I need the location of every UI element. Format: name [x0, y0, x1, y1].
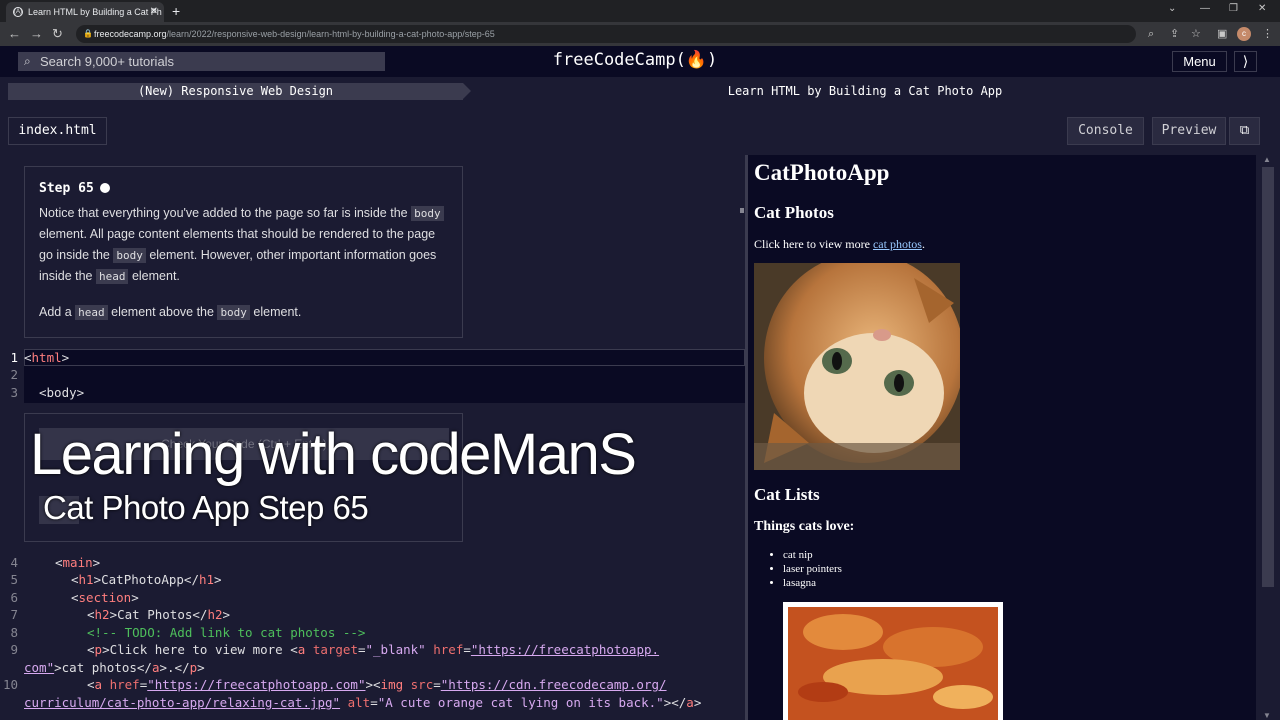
preview-h3-things: Things cats love:	[754, 519, 855, 534]
editor-pane: Step 65 Notice that everything you've ad…	[0, 155, 745, 720]
new-tab-icon[interactable]: +	[172, 2, 180, 20]
tab-title: Learn HTML by Building a Cat Ph	[28, 7, 162, 17]
menu-button[interactable]: Menu	[1172, 51, 1227, 72]
list-item: cat nip	[783, 548, 842, 562]
breadcrumb-course[interactable]: (New) Responsive Web Design	[8, 83, 463, 100]
browser-tabstrip: (A) Learn HTML by Building a Cat Ph ✕ + …	[0, 0, 1280, 22]
profile-avatar[interactable]: c	[1237, 27, 1251, 41]
list-item: lasagna	[783, 576, 842, 590]
preview-paragraph: Click here to view more cat photos.	[754, 237, 925, 251]
code-line[interactable]: 9 <p>Click here to view more <a target="…	[0, 641, 745, 659]
code-line[interactable]: com">cat photos</a>.</p>	[0, 659, 745, 677]
scroll-down-icon[interactable]: ▼	[1263, 711, 1271, 720]
preview-h2-lists: Cat Lists	[754, 485, 820, 504]
code-line[interactable]: 7 <h2>Cat Photos</h2>	[0, 606, 745, 624]
share-icon[interactable]: ⇪	[1170, 26, 1179, 42]
tab-search-icon[interactable]: ⌄	[1168, 3, 1176, 14]
code-line[interactable]: 3 <body>	[0, 384, 745, 402]
code-line[interactable]: 1 <html>	[0, 349, 745, 367]
cat-photos-link[interactable]: cat photos	[873, 237, 922, 251]
lasagna-image	[783, 602, 1003, 720]
instructions-paragraph: Notice that everything you've added to t…	[39, 203, 449, 287]
cat-image[interactable]	[754, 263, 960, 470]
code-line[interactable]: 4 <main>	[0, 554, 745, 572]
lock-icon: 🔒	[83, 29, 93, 38]
instructions-panel: Step 65 Notice that everything you've ad…	[24, 166, 463, 338]
scrollbar-thumb[interactable]	[1262, 167, 1274, 587]
code-line[interactable]: curriculum/cat-photo-app/relaxing-cat.jp…	[0, 694, 745, 712]
breadcrumb-project[interactable]: Learn HTML by Building a Cat Photo App	[470, 83, 1260, 100]
back-icon[interactable]: ←	[8, 25, 21, 43]
code-line[interactable]: 10 <a href="https://freecatphotoapp.com"…	[0, 676, 745, 694]
sidebar-toggle-icon[interactable]: ▣	[1217, 26, 1227, 42]
code-line[interactable]: 8 <!-- TODO: Add link to cat photos -->	[0, 624, 745, 642]
bookmark-star-icon[interactable]: ☆	[1191, 26, 1201, 42]
video-overlay-title: Learning with codeManS	[30, 422, 637, 487]
address-bar-row: ← → ↻ 🔒 freecodecamp.org/learn/2022/resp…	[0, 22, 1280, 46]
url-field[interactable]: 🔒 freecodecamp.org/learn/2022/responsive…	[76, 25, 1136, 43]
step-title: Step 65	[39, 181, 110, 196]
browser-menu-icon[interactable]: ⋮	[1262, 26, 1273, 42]
preview-pane: CatPhotoApp Cat Photos Click here to vie…	[748, 155, 1256, 720]
browser-tab[interactable]: (A) Learn HTML by Building a Cat Ph ✕	[6, 2, 164, 22]
preview-h1: CatPhotoApp	[754, 160, 890, 185]
url-path: /learn/2022/responsive-web-design/learn-…	[166, 29, 495, 39]
url-host: freecodecamp.org	[94, 29, 167, 39]
code-line[interactable]: 2	[0, 366, 745, 384]
preview-h2-photos: Cat Photos	[754, 203, 834, 222]
drag-handle-icon[interactable]	[740, 208, 744, 213]
step-dot-icon	[99, 183, 110, 193]
popout-preview-icon[interactable]: ⧉	[1229, 117, 1260, 145]
fcc-logo[interactable]: freeCodeCamp(🔥)	[0, 50, 1270, 70]
preview-button[interactable]: Preview	[1152, 117, 1226, 145]
reload-icon[interactable]: ↻	[52, 25, 63, 43]
sign-in-icon[interactable]: ⟩	[1234, 51, 1257, 72]
zoom-icon[interactable]: ⌕	[1148, 26, 1154, 42]
minimize-icon[interactable]: —	[1200, 3, 1210, 14]
code-line[interactable]: 5 <h1>CatPhotoApp</h1>	[0, 571, 745, 589]
file-tab-index-html[interactable]: index.html	[8, 117, 107, 145]
maximize-icon[interactable]: ❐	[1229, 3, 1238, 14]
list-item: laser pointers	[783, 562, 842, 576]
close-tab-icon[interactable]: ✕	[150, 2, 158, 22]
fcc-favicon-icon: (A)	[13, 7, 23, 17]
code-line[interactable]: 6 <section>	[0, 589, 745, 607]
preview-list: cat nip laser pointers lasagna	[783, 548, 842, 590]
scroll-up-icon[interactable]: ▲	[1263, 155, 1271, 164]
instructions-task: Add a head element above the body elemen…	[39, 305, 302, 320]
editor-toolbar: index.html Console Preview ⧉	[0, 107, 1280, 155]
preview-scrollbar[interactable]: ▲ ▼	[1256, 155, 1280, 720]
forward-icon[interactable]: →	[30, 25, 43, 43]
video-overlay-subtitle: Cat Photo App Step 65	[43, 489, 369, 526]
console-button[interactable]: Console	[1067, 117, 1144, 145]
fcc-navbar: ⌕ Search 9,000+ tutorials freeCodeCamp(🔥…	[0, 46, 1280, 77]
breadcrumb: (New) Responsive Web Design Learn HTML b…	[0, 77, 1280, 107]
close-window-icon[interactable]: ✕	[1258, 3, 1266, 14]
